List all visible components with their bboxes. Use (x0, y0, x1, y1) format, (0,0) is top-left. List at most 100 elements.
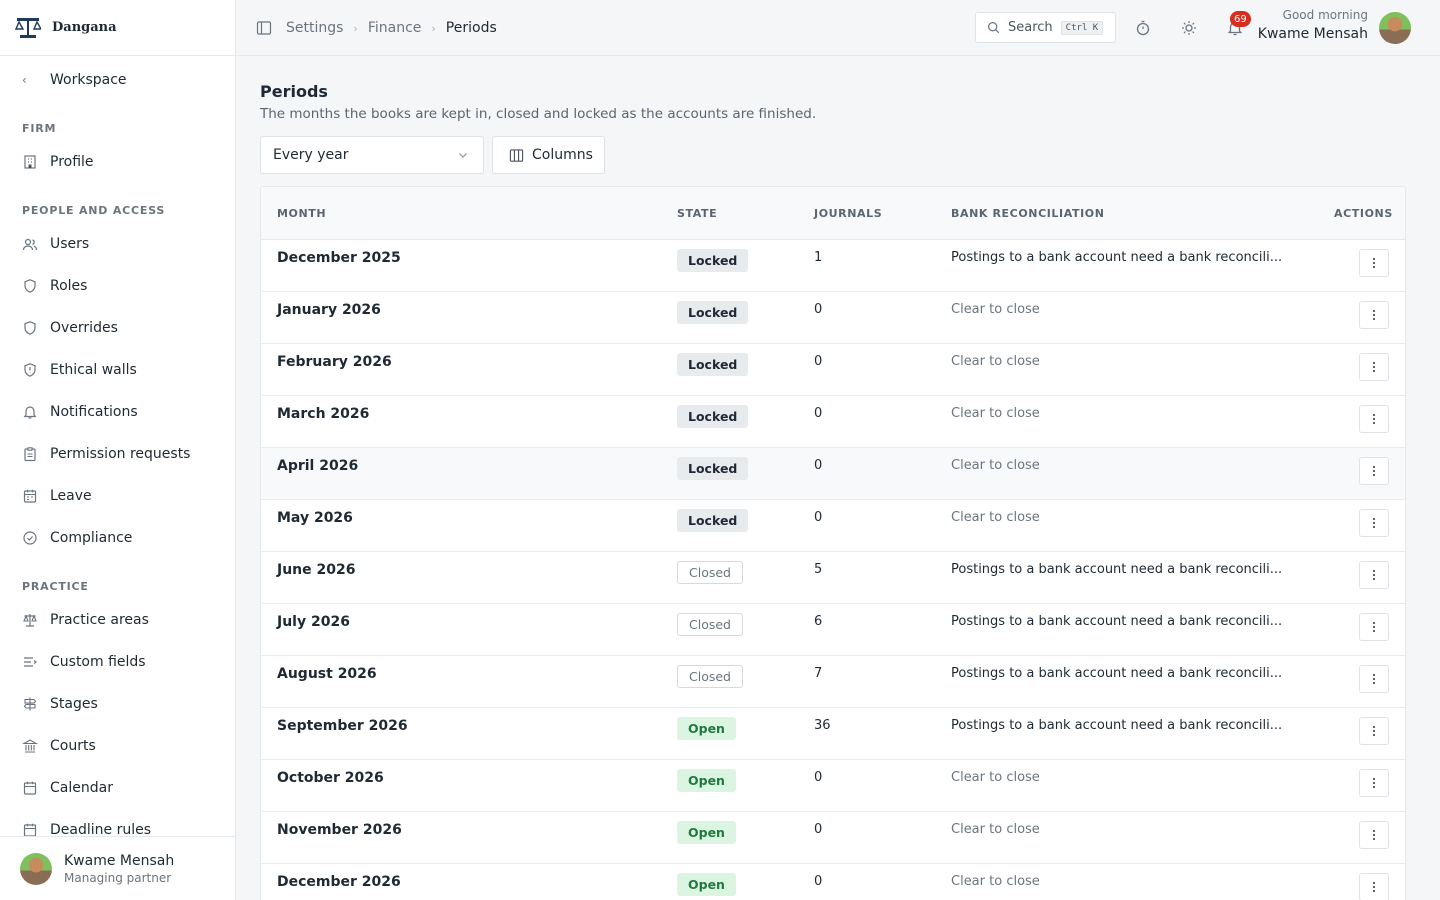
sidebar-item-ethical-walls[interactable]: Ethical walls (22, 359, 222, 381)
bank-reconciliation-status: Clear to close (951, 354, 1040, 369)
calendar-icon (23, 489, 37, 503)
user-avatar[interactable] (1379, 12, 1411, 44)
row-actions-button[interactable] (1359, 873, 1389, 900)
more-vertical-icon (1372, 621, 1376, 633)
columns-button[interactable]: Columns (492, 136, 605, 174)
period-month: February 2026 (277, 354, 392, 370)
sidebar-item-profile[interactable]: Profile (22, 151, 222, 173)
table-row[interactable]: June 2026 Closed 5 Postings to a bank accou… (261, 552, 1405, 604)
back-to-workspace[interactable]: ‹ Workspace (22, 69, 127, 91)
more-vertical-icon (1372, 829, 1376, 841)
period-month: May 2026 (277, 510, 353, 526)
sidebar-item-roles[interactable]: Roles (22, 275, 222, 297)
sidebar-item-deadline-rules[interactable]: Deadline rules (22, 819, 222, 836)
row-actions-button[interactable] (1359, 821, 1389, 849)
journal-count: 0 (814, 458, 823, 473)
signpost-icon (23, 697, 37, 711)
users-icon (22, 238, 38, 251)
check-circle-icon (23, 531, 37, 545)
columns-button-label: Columns (532, 147, 593, 163)
row-actions-button[interactable] (1359, 353, 1389, 381)
more-vertical-icon (1372, 257, 1376, 269)
sidebar-user[interactable]: Kwame Mensah Managing partner (0, 836, 235, 900)
scales-logo-icon (14, 14, 42, 42)
user-greeting: Good morning Kwame Mensah (1258, 8, 1368, 42)
year-filter-select[interactable]: Every year (260, 136, 484, 174)
row-actions-button[interactable] (1359, 249, 1389, 277)
breadcrumb-settings[interactable]: Settings (286, 20, 343, 36)
sidebar-item-courts[interactable]: Courts (22, 735, 222, 757)
more-vertical-icon (1372, 465, 1376, 477)
greeting-user-name: Kwame Mensah (1257, 26, 1368, 42)
sidebar-item-leave[interactable]: Leave (22, 485, 222, 507)
brand-name: Dangana (52, 20, 117, 35)
sun-icon[interactable] (1180, 19, 1198, 37)
row-actions-button[interactable] (1359, 665, 1389, 693)
brand[interactable]: Dangana (0, 0, 235, 56)
sidebar-item-notifications[interactable]: Notifications (22, 401, 222, 423)
table-row[interactable]: April 2026 Locked 0 Clear to close (261, 448, 1405, 500)
table-row[interactable]: October 2026 Open 0 Clear to close (261, 760, 1405, 812)
period-month: April 2026 (277, 458, 359, 474)
row-actions-button[interactable] (1359, 457, 1389, 485)
breadcrumb-finance[interactable]: Finance (368, 20, 422, 36)
bell-icon (23, 406, 37, 419)
row-actions-button[interactable] (1359, 405, 1389, 433)
row-actions-button[interactable] (1359, 509, 1389, 537)
status-badge: Locked (677, 301, 749, 324)
user-role: Managing partner (64, 870, 172, 885)
period-month: July 2026 (277, 614, 350, 630)
table-row[interactable]: December 2025 Locked 1 Postings to a bank a… (261, 240, 1405, 292)
row-actions-button[interactable] (1359, 717, 1389, 745)
bank-reconciliation-status: Clear to close (951, 458, 1040, 473)
section-practice: PRACTICE (22, 580, 89, 593)
table-row[interactable]: September 2026 Open 36 Postings to a bank a… (261, 708, 1405, 760)
table-row[interactable]: December 2026 Open 0 Clear to close (261, 864, 1405, 900)
table-row[interactable]: November 2026 Open 0 Clear to close (261, 812, 1405, 864)
bank-reconciliation-status: Clear to close (951, 874, 1040, 889)
sidebar-item-users[interactable]: Users (22, 233, 222, 255)
row-actions-button[interactable] (1359, 301, 1389, 329)
bank-reconciliation-status: Clear to close (951, 406, 1040, 421)
more-vertical-icon (1372, 309, 1376, 321)
period-month: November 2026 (277, 822, 402, 838)
table-row[interactable]: January 2026 Locked 0 Clear to close (261, 292, 1405, 344)
journal-count: 0 (814, 354, 823, 369)
status-badge: Open (677, 821, 736, 844)
status-badge: Open (677, 717, 736, 740)
sidebar: Dangana ‹ Workspace FIRM Profile PEOPLE … (0, 0, 236, 900)
column-header-month[interactable]: MONTH (277, 207, 326, 220)
sidebar-item-permission-requests[interactable]: Permission requests (22, 443, 222, 465)
column-header-state[interactable]: STATE (677, 207, 717, 220)
table-body: December 2025 Locked 1 Postings to a bank a… (261, 240, 1405, 900)
timer-icon[interactable] (1134, 19, 1152, 37)
sidebar-item-practice-areas[interactable]: Practice areas (22, 609, 222, 631)
table-row[interactable]: July 2026 Closed 6 Postings to a bank accou… (261, 604, 1405, 656)
columns-icon (509, 148, 524, 162)
period-month: June 2026 (277, 562, 356, 578)
sidebar-item-calendar[interactable]: Calendar (22, 777, 222, 799)
journal-count: 1 (814, 250, 823, 265)
table-row[interactable]: August 2026 Closed 7 Postings to a bank acc… (261, 656, 1405, 708)
column-header-journals[interactable]: JOURNALS (814, 207, 882, 220)
row-actions-button[interactable] (1359, 561, 1389, 589)
sidebar-item-custom-fields[interactable]: Custom fields (22, 651, 222, 673)
notification-badge: 69 (1230, 11, 1251, 27)
period-month: March 2026 (277, 406, 370, 422)
column-header-bank-reconciliation[interactable]: BANK RECONCILIATION (951, 207, 1105, 220)
chevron-right-icon: › (353, 21, 358, 35)
search-button[interactable]: Search Ctrl K (975, 12, 1116, 43)
row-actions-button[interactable] (1359, 613, 1389, 641)
table-row[interactable]: March 2026 Locked 0 Clear to close (261, 396, 1405, 448)
sidebar-item-compliance[interactable]: Compliance (22, 527, 222, 549)
sidebar-item-overrides[interactable]: Overrides (22, 317, 222, 339)
sidebar-item-stages[interactable]: Stages (22, 693, 222, 715)
journal-count: 7 (814, 666, 823, 681)
period-month: December 2026 (277, 874, 401, 890)
shield-alert-icon (24, 363, 36, 377)
table-row[interactable]: February 2026 Locked 0 Clear to close (261, 344, 1405, 396)
row-actions-button[interactable] (1359, 769, 1389, 797)
table-row[interactable]: May 2026 Locked 0 Clear to close (261, 500, 1405, 552)
search-label: Search (1008, 20, 1053, 35)
sidebar-toggle-icon[interactable] (256, 20, 272, 36)
